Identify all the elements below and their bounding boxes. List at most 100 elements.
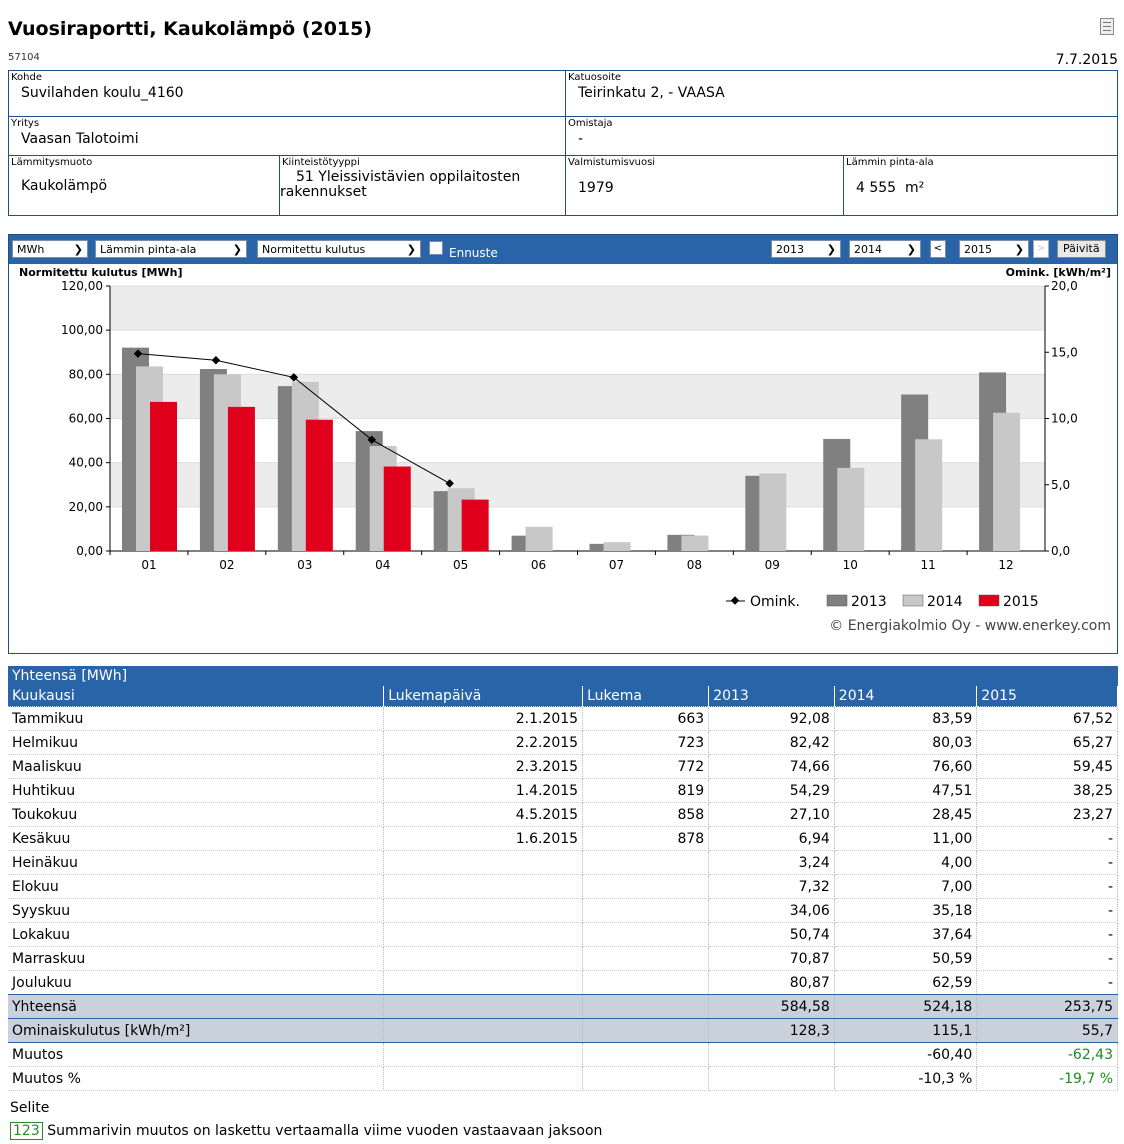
table-row-cell: - [976,922,1118,947]
print-icon[interactable] [1100,18,1114,35]
change-row-cell: -62,43 [976,1042,1118,1067]
kiinteistotyyppi-value: 51 Yleissivistävien oppilaitosten rakenn… [280,169,521,200]
summary-row-cell [582,1018,710,1043]
area-select-value: Lämmin pinta-ala [100,243,197,256]
summary-row: Yhteensä 584,58 524,18 253,75 [8,994,1118,1019]
year3-select[interactable]: 2015 ❯ [959,240,1029,258]
table-row-cell: 54,29 [708,778,835,803]
kohde-label: Kohde [11,72,43,83]
table-row-cell: 74,66 [708,754,835,779]
table-row-cell: Marraskuu [8,946,385,971]
summary-row-cell: 584,58 [708,994,835,1019]
table-row-cell [582,850,710,875]
bar-2015 [227,406,255,551]
table-row-cell: 27,10 [708,802,835,827]
legend-label: 2015 [1003,594,1039,610]
summary-row-cell [582,994,710,1019]
table-row-cell: 28,45 [834,802,978,827]
change-row-cell: Muutos [8,1042,385,1067]
table-header-cell: Kuukausi [8,686,385,707]
table-row: Toukokuu 4.5.2015 858 27,10 28,45 23,27 [8,802,1118,827]
change-row: Muutos -60,40 -62,43 [8,1042,1118,1067]
table-row: Lokakuu 50,74 37,64- [8,922,1118,947]
x-tick-label: 08 [687,558,702,572]
table-row-cell: Kesäkuu [8,826,385,851]
change-row-cell [582,1042,710,1067]
bar-2014 [993,412,1021,551]
table-row-cell: - [976,946,1118,971]
table-row-cell: 4.5.2015 [383,802,584,827]
chevron-down-icon: ❯ [906,243,916,256]
x-tick-label: 05 [453,558,468,572]
bar-2014 [681,535,709,551]
table-row-cell: Helmikuu [8,730,385,755]
pinta-ala-label: Lämmin pinta-ala [846,157,934,168]
omink-point [211,355,221,365]
area-select[interactable]: Lämmin pinta-ala ❯ [95,240,247,258]
legend-title: Selite [10,1100,50,1116]
table-row-cell: 2.3.2015 [383,754,584,779]
legend-swatch-2015 [978,594,1000,607]
legend-note: Summarivin muutos on laskettu vertaamall… [47,1123,603,1139]
table-row-cell: 663 [582,706,710,731]
table-row-cell: 37,64 [834,922,978,947]
next-year-button[interactable]: > [1033,240,1049,258]
unit-select[interactable]: MWh ❯ [12,240,88,258]
table-row-cell [383,850,584,875]
legend-swatch-2013 [826,594,848,607]
table-header-cell: 2014 [834,686,978,707]
consumption-table: Yhteensä [MWh] Kuukausi Lukemapäivä Lukema 2… [8,666,1118,1091]
table-row-cell: 11,00 [834,826,978,851]
chart-toolbar: MWh ❯ Lämmin pinta-ala ❯ Normitettu kulutu… [9,235,1117,264]
bar-2014 [603,542,631,551]
x-tick-label: 12 [998,558,1013,572]
table-row-cell: - [976,850,1118,875]
summary-row-cell: Ominaiskulutus [kWh/m²] [8,1018,385,1043]
year2-select[interactable]: 2014 ❯ [849,240,921,258]
mode-select[interactable]: Normitettu kulutus ❯ [257,240,421,258]
table-row: Syyskuu 34,06 35,18- [8,898,1118,923]
table-row-cell [582,946,710,971]
lammitysmuoto-label: Lämmitysmuoto [11,157,93,168]
table-row-cell: 4,00 [834,850,978,875]
legend-code-box: 123 [10,1122,43,1140]
legend-swatch-2014 [902,594,924,607]
forecast-checkbox[interactable] [429,241,443,255]
summary-row-cell [383,994,584,1019]
chevron-down-icon: ❯ [826,243,836,256]
table-row-cell: 67,52 [976,706,1118,731]
table-row: Maaliskuu 2.3.2015 772 74,66 76,60 59,45 [8,754,1118,779]
prev-year-button[interactable]: < [930,240,946,258]
table-row-cell: 723 [582,730,710,755]
table-header: Kuukausi Lukemapäivä Lukema 2013 2014 2015 [8,686,1118,707]
x-tick-label: 09 [765,558,780,572]
table-caption: Yhteensä [MWh] [8,666,1118,686]
summary-row-cell: Yhteensä [8,994,385,1019]
report-date: 7.7.2015 [1055,52,1118,68]
change-row-cell: -60,40 [834,1042,978,1067]
table-row-cell: 1.6.2015 [383,826,584,851]
table-row-cell: 35,18 [834,898,978,923]
table-row-cell [383,922,584,947]
table-row-cell [582,970,710,995]
table-row-cell: Toukokuu [8,802,385,827]
change-row-cell [708,1066,835,1091]
table-header-cell: 2015 [976,686,1118,707]
table-row-cell [383,898,584,923]
lammitysmuoto-value: Kaukolämpö [21,178,108,194]
table-row-cell: 92,08 [708,706,835,731]
page-title: Vuosiraportti, Kaukolämpö (2015) [8,18,373,40]
year1-select[interactable]: 2013 ❯ [771,240,841,258]
table-row-cell: 772 [582,754,710,779]
table-row-cell: 65,27 [976,730,1118,755]
forecast-label: Ennuste [449,246,498,260]
refresh-button[interactable]: Päivitä [1057,240,1106,258]
table-row-cell [383,970,584,995]
table-row-cell: 83,59 [834,706,978,731]
summary-row-cell: 128,3 [708,1018,835,1043]
bar-2014 [525,526,553,551]
table-row-cell: Heinäkuu [8,850,385,875]
change-row-cell [582,1066,710,1091]
table-row-cell: 34,06 [708,898,835,923]
table-row-cell [582,898,710,923]
